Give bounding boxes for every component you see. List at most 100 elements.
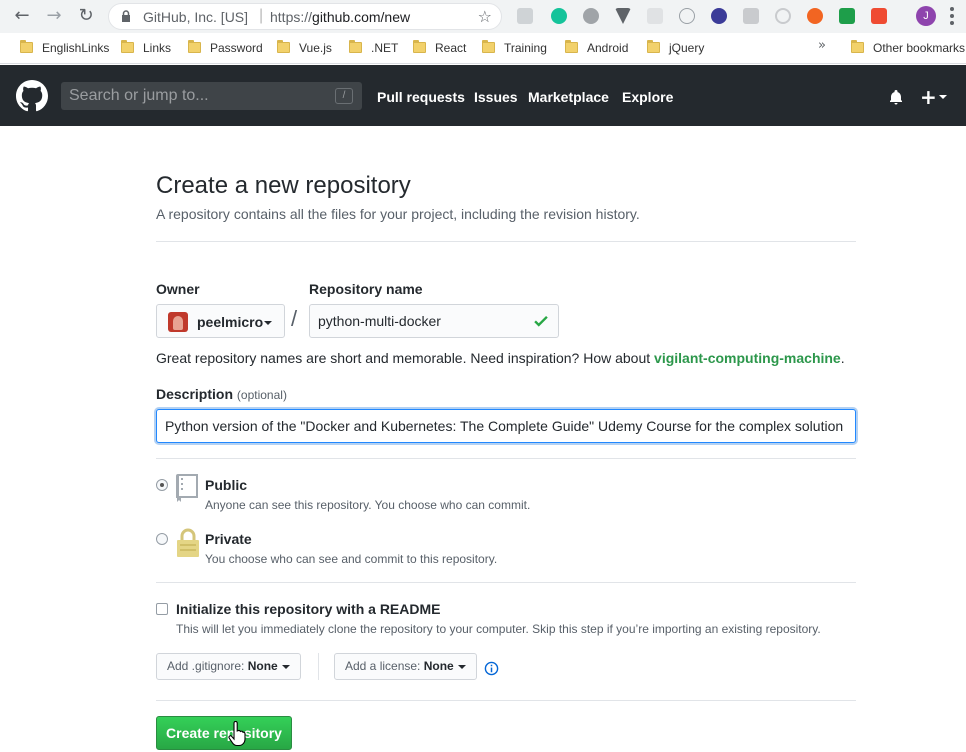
chevron-down-icon[interactable]: [939, 95, 947, 99]
optional-tag: (optional): [236, 388, 287, 402]
lock-icon: [177, 528, 199, 557]
folder-icon: [20, 40, 33, 53]
repo-name-input[interactable]: [309, 304, 559, 338]
info-icon[interactable]: [484, 661, 499, 676]
license-value: None: [423, 659, 454, 673]
owner-select[interactable]: peelmicro: [156, 304, 285, 338]
extension-icon[interactable]: [839, 8, 855, 24]
license-label: Add a license:: [345, 659, 421, 673]
description-label-text: Description: [156, 386, 234, 402]
readme-note: This will let you immediately clone the …: [176, 622, 821, 636]
extension-icon[interactable]: [775, 8, 791, 24]
bell-icon[interactable]: [888, 90, 904, 106]
hint-text: Great repository names are short and mem…: [156, 350, 655, 366]
bookmark-label: .NET: [371, 41, 399, 55]
nav-issues[interactable]: Issues: [474, 89, 518, 105]
public-radio[interactable]: [156, 479, 168, 491]
license-select[interactable]: Add a license: None: [334, 653, 477, 680]
gitignore-value: None: [247, 659, 278, 673]
address-bar[interactable]: GitHub, Inc. [US] | https://github.com/n…: [108, 3, 502, 30]
extension-icon[interactable]: [807, 8, 823, 24]
gitignore-label: Add .gitignore:: [167, 659, 245, 673]
bookmark-label: Other bookmarks: [873, 41, 966, 55]
extension-icon[interactable]: [517, 8, 533, 24]
folder-icon: [565, 40, 578, 53]
bookmark-folder[interactable]: jQuery: [647, 40, 704, 56]
vertical-divider: [318, 653, 319, 680]
owner-name: peelmicro: [197, 314, 264, 330]
divider: [156, 700, 856, 701]
nav-pull-requests[interactable]: Pull requests: [377, 89, 465, 105]
divider: [156, 241, 856, 242]
create-repository-button[interactable]: Create repository: [156, 716, 292, 750]
other-bookmarks[interactable]: Other bookmarks: [851, 40, 965, 56]
grammarly-icon[interactable]: [551, 8, 567, 24]
nav-marketplace[interactable]: Marketplace: [528, 89, 609, 105]
bookmark-label: Vue.js: [299, 41, 332, 55]
extension-icon[interactable]: [647, 8, 663, 24]
name-suggestion-link[interactable]: vigilant-computing-machine: [654, 350, 841, 366]
private-title: Private: [205, 531, 252, 547]
back-arrow-icon[interactable]: ←: [12, 6, 32, 26]
page-title: Create a new repository: [156, 172, 411, 199]
search-input[interactable]: Search or jump to... /: [61, 82, 362, 110]
bookmark-star-icon[interactable]: ☆: [478, 7, 492, 26]
extension-icon[interactable]: [743, 8, 759, 24]
private-note: You choose who can see and commit to thi…: [205, 552, 498, 566]
chevron-down-icon: [457, 664, 466, 669]
hand-cursor-icon: [228, 721, 246, 747]
bookmark-label: EnglishLinks: [42, 41, 110, 55]
extension-icon[interactable]: [871, 8, 887, 24]
github-logo-icon[interactable]: [16, 80, 48, 112]
bookmark-folder[interactable]: React: [413, 40, 466, 56]
lock-icon: [122, 10, 130, 22]
reload-icon[interactable]: ↻: [76, 6, 96, 26]
bookmark-folder[interactable]: .NET: [349, 40, 398, 56]
folder-icon: [482, 40, 495, 53]
private-radio[interactable]: [156, 533, 168, 545]
owner-repo-separator: /: [291, 306, 298, 331]
bookmark-folder[interactable]: EnglishLinks: [20, 40, 109, 56]
folder-icon: [647, 40, 660, 53]
owner-label: Owner: [156, 281, 200, 297]
bookmark-folder[interactable]: Password: [188, 40, 263, 56]
bookmark-folder[interactable]: Vue.js: [277, 40, 332, 56]
page-subtitle: A repository contains all the files for …: [156, 206, 640, 222]
readme-title: Initialize this repository with a README: [176, 601, 441, 617]
bookmark-label: Links: [143, 41, 172, 55]
bookmarks-overflow-icon[interactable]: »: [818, 38, 826, 53]
check-icon: [534, 315, 548, 327]
hint-end: .: [840, 350, 845, 366]
extension-icon[interactable]: [679, 8, 695, 24]
browser-menu-icon[interactable]: [950, 7, 954, 25]
profile-avatar[interactable]: J: [916, 6, 936, 26]
description-input[interactable]: [156, 409, 856, 443]
public-note: Anyone can see this repository. You choo…: [205, 498, 531, 512]
bookmark-folder[interactable]: Training: [482, 40, 547, 56]
bookmark-label: jQuery: [669, 41, 705, 55]
description-label: Description (optional): [156, 386, 287, 402]
browser-toolbar: ← → ↻ GitHub, Inc. [US] | https://github…: [0, 0, 966, 33]
readme-checkbox[interactable]: [156, 603, 168, 615]
bookmark-label: Password: [210, 41, 263, 55]
search-shortcut-key: /: [335, 88, 353, 104]
nav-explore[interactable]: Explore: [622, 89, 673, 105]
bookmark-folder[interactable]: Android: [565, 40, 628, 56]
bookmark-label: Training: [504, 41, 547, 55]
forward-arrow-icon[interactable]: →: [44, 6, 64, 26]
vue-devtools-icon[interactable]: [615, 8, 631, 24]
create-new-plus-icon[interactable]: +: [920, 85, 937, 109]
extension-icon[interactable]: [711, 8, 727, 24]
bookmark-folder[interactable]: Links: [121, 40, 171, 56]
github-header: Search or jump to... / Pull requests Iss…: [0, 65, 966, 126]
repo-name-label: Repository name: [309, 281, 423, 297]
extension-icon[interactable]: [583, 8, 599, 24]
gitignore-select[interactable]: Add .gitignore: None: [156, 653, 301, 680]
chevron-down-icon: [281, 664, 290, 669]
public-title: Public: [205, 477, 248, 493]
url-scheme: https://: [270, 9, 313, 25]
owner-avatar: [168, 312, 188, 332]
divider: [156, 582, 856, 583]
folder-icon: [121, 40, 134, 53]
url-host: github.com/new: [312, 9, 411, 25]
